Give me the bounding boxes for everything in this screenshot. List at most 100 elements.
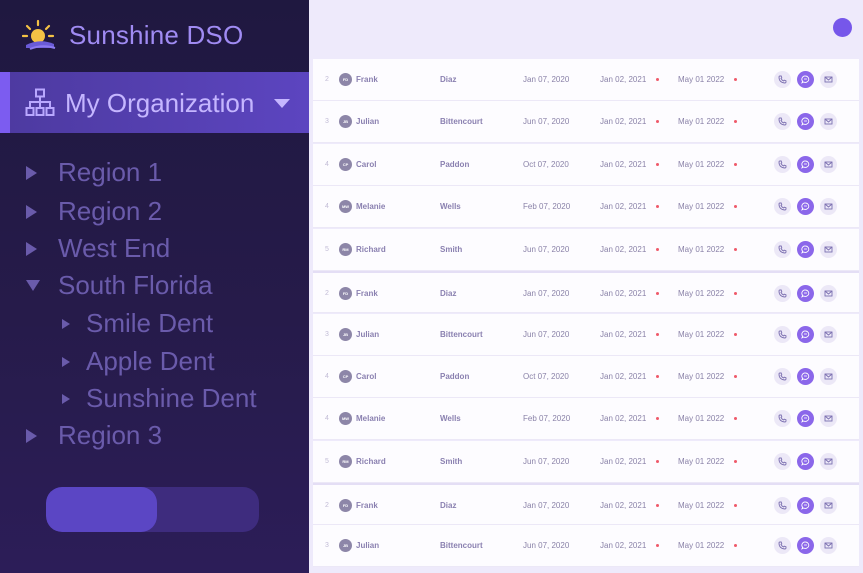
date-last-visit: Jan 02, 2021 [600,414,647,423]
mail-icon[interactable] [820,71,837,88]
table-row[interactable]: 4 CP Carol Paddon Oct 07, 2020 Jan 02, 2021 Ma… [313,356,859,398]
tree-item[interactable]: Region 2 [26,196,162,227]
phone-icon[interactable] [774,113,791,130]
avatar: FD [339,287,352,300]
status-dot [734,504,737,507]
mail-icon[interactable] [820,537,837,554]
phone-icon[interactable] [774,410,791,427]
tree-item[interactable]: Sunshine Dent [62,383,257,414]
phone-icon[interactable] [774,326,791,343]
brand-name: Sunshine DSO [69,19,244,50]
phone-icon[interactable] [774,156,791,173]
sidebar-toggle[interactable] [46,487,259,532]
table-row[interactable]: 3 JB Julian Bittencourt Jun 07, 2020 Jan 02, … [313,525,859,567]
mail-icon[interactable] [820,453,837,470]
table-row[interactable]: 4 MW Melanie Wells Feb 07, 2020 Jan 02, 2021 M… [313,186,859,228]
expand-right-icon[interactable] [26,204,37,219]
phone-icon[interactable] [774,537,791,554]
last-name: Bittencourt [440,330,483,339]
row-number: 4 [325,203,329,210]
phone-icon[interactable] [774,285,791,302]
user-avatar[interactable] [833,18,852,37]
expand-right-icon[interactable] [62,393,70,404]
mail-icon[interactable] [820,241,837,258]
table-row[interactable]: 5 RM Richard Smith Jun 07, 2020 Jan 02, 2021 M… [313,229,859,271]
tree-item-label: Region 1 [58,157,163,187]
first-name: Julian [356,541,380,550]
chat-icon[interactable] [797,71,814,88]
avatar: CP [339,370,352,383]
date-joined: Jan 07, 2020 [523,501,570,510]
table-row[interactable]: 2 FD Frank Diaz Jan 07, 2020 Jan 02, 2021 May … [313,483,859,525]
chat-icon[interactable] [797,410,814,427]
mail-icon[interactable] [820,368,837,385]
table-row[interactable]: 3 JB Julian Bittencourt Jun 07, 2020 Jan 02, … [313,101,859,143]
phone-icon[interactable] [774,497,791,514]
table-row[interactable]: 4 CP Carol Paddon Oct 07, 2020 Jan 02, 2021 Ma… [313,144,859,186]
tree-item-label: Region 3 [58,420,163,450]
expand-right-icon[interactable] [62,356,70,367]
first-name: Richard [356,457,386,466]
expand-down-icon[interactable] [26,280,40,291]
chat-icon[interactable] [797,497,814,514]
tree-item[interactable]: West End [26,233,170,264]
table-row[interactable]: 4 MW Melanie Wells Feb 07, 2020 Jan 02, 2021 M… [313,398,859,440]
date-next-visit: May 01 2022 [678,501,725,510]
chat-icon[interactable] [797,156,814,173]
expand-right-icon[interactable] [26,241,37,256]
caret-down-icon[interactable] [274,99,290,108]
avatar: FD [339,499,352,512]
mail-icon[interactable] [820,198,837,215]
chat-icon[interactable] [797,368,814,385]
brand[interactable]: Sunshine DSO [22,18,243,52]
tree-item-label: Region 2 [58,196,163,226]
chat-icon[interactable] [797,113,814,130]
first-name: Carol [356,372,377,381]
chat-icon[interactable] [797,453,814,470]
expand-right-icon[interactable] [26,428,37,443]
row-number: 3 [325,331,329,338]
chat-icon[interactable] [797,285,814,302]
mail-icon[interactable] [820,113,837,130]
date-joined: Feb 07, 2020 [523,202,571,211]
toggle-knob[interactable] [46,487,157,532]
date-last-visit: Jan 02, 2021 [600,541,647,550]
table-row[interactable]: 5 RM Richard Smith Jun 07, 2020 Jan 02, 2021 M… [313,441,859,483]
mail-icon[interactable] [820,326,837,343]
phone-icon[interactable] [774,198,791,215]
chat-icon[interactable] [797,326,814,343]
tree-item[interactable]: Apple Dent [62,346,215,377]
tree-item[interactable]: Region 1 [26,157,162,188]
table-row[interactable]: 2 FD Frank Diaz Jan 07, 2020 Jan 02, 2021 May … [313,59,859,101]
mail-icon[interactable] [820,285,837,302]
status-dot [656,544,659,547]
first-name: Melanie [356,414,386,423]
mail-icon[interactable] [820,410,837,427]
mail-icon[interactable] [820,156,837,173]
main-content: 2 FD Frank Diaz Jan 07, 2020 Jan 02, 2021 May … [309,0,863,573]
phone-icon[interactable] [774,241,791,258]
tree-item-label: South Florida [58,270,213,300]
phone-icon[interactable] [774,368,791,385]
phone-icon[interactable] [774,71,791,88]
phone-icon[interactable] [774,453,791,470]
sun-icon [22,19,56,50]
table-row[interactable]: 2 FD Frank Diaz Jan 07, 2020 Jan 02, 2021 May … [313,271,859,313]
tree-item[interactable]: South Florida [26,270,213,301]
mail-icon[interactable] [820,497,837,514]
last-name: Paddon [440,160,470,169]
chat-icon[interactable] [797,537,814,554]
chat-icon[interactable] [797,241,814,258]
tree-item[interactable]: Smile Dent [62,308,213,339]
org-selector[interactable]: My Organization [0,72,309,133]
chat-icon[interactable] [797,198,814,215]
status-dot [734,333,737,336]
last-name: Diaz [440,289,457,298]
date-joined: Oct 07, 2020 [523,372,569,381]
expand-right-icon[interactable] [26,165,37,180]
sidebar: Sunshine DSO My Organization Region 1 Reg… [0,0,309,573]
date-next-visit: May 01 2022 [678,330,725,339]
table-row[interactable]: 3 JB Julian Bittencourt Jun 07, 2020 Jan 02, … [313,314,859,356]
tree-item[interactable]: Region 3 [26,420,162,451]
expand-right-icon[interactable] [62,318,70,329]
